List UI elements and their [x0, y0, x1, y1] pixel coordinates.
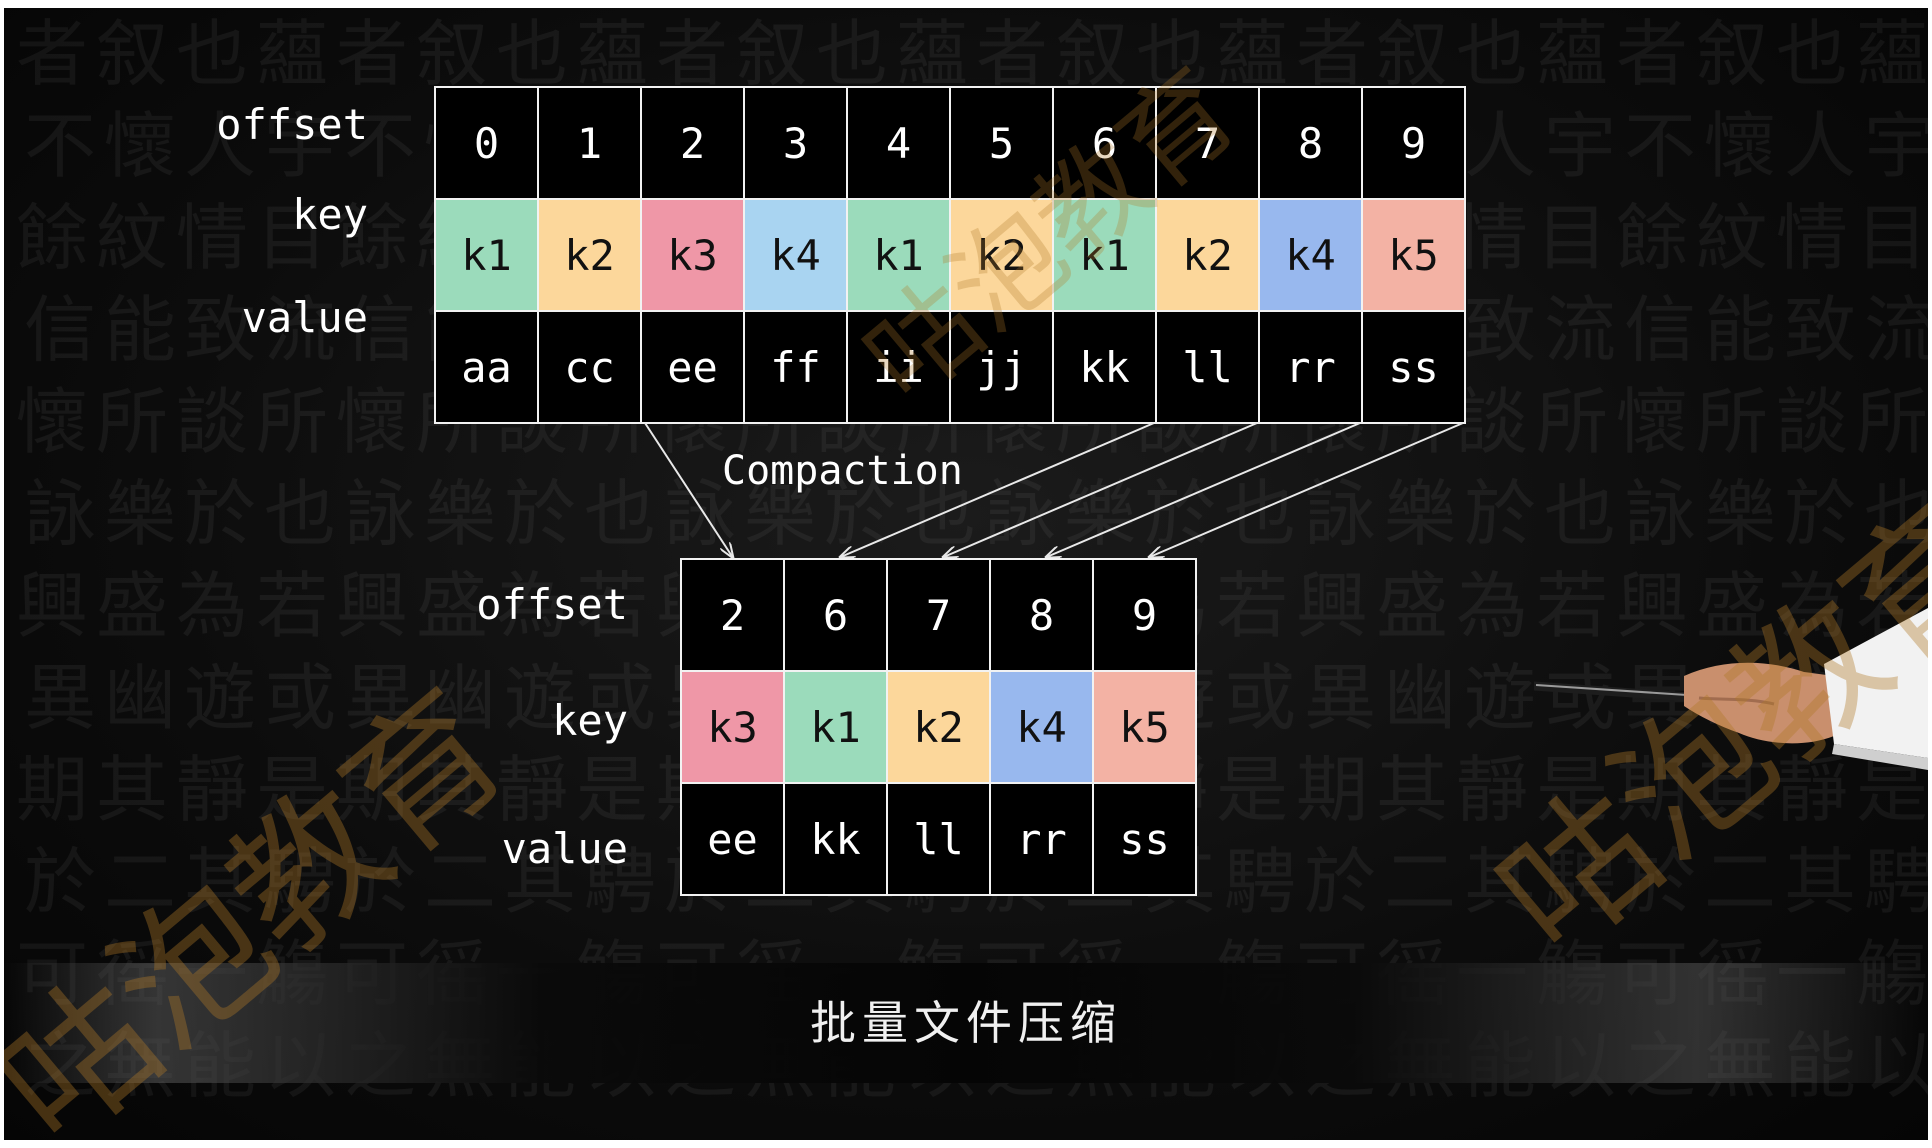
bottom-offset-cell: 2 — [680, 558, 785, 672]
bottom-offset-row: 26789 — [680, 558, 1197, 672]
bottom-key-cell: k3 — [680, 670, 785, 784]
compaction-arrow — [1047, 422, 1361, 557]
bottom-key-cell: k2 — [886, 670, 991, 784]
bottom-key-row: k3 k1 k2 k4 k5 — [680, 670, 1197, 784]
bottom-value-row: ee kk ll rr ss — [680, 782, 1197, 896]
bottom-offset-label: offset — [476, 580, 628, 629]
bottom-key-cell: k4 — [989, 670, 1094, 784]
bottom-offset-cell: 8 — [989, 558, 1094, 672]
slide: 者不餘信懷詠興異期於可之叙懷紋能所樂盛幽其二徭無也人情致談於為遊靜其一能蘊宇目流… — [4, 8, 1928, 1140]
compaction-arrow — [944, 422, 1258, 557]
bottom-offset-cell: 7 — [886, 558, 991, 672]
bottom-table: 26789 k3 k1 k2 k4 k5 ee kk ll rr ss — [680, 558, 1197, 896]
bottom-value-cell: rr — [989, 782, 1094, 896]
compaction-arrow — [1150, 422, 1464, 557]
bottom-value-cell: ll — [886, 782, 991, 896]
bottom-key-cell: k1 — [783, 670, 888, 784]
bottom-offset-cell: 6 — [783, 558, 888, 672]
compaction-label: Compaction — [722, 448, 963, 494]
bottom-offset-cell: 9 — [1092, 558, 1197, 672]
bottom-value-label: value — [501, 824, 628, 873]
bottom-value-cell: ee — [680, 782, 785, 896]
compaction-arrow — [644, 422, 733, 557]
bottom-key-label: key — [552, 696, 628, 745]
bottom-value-cell: kk — [783, 782, 888, 896]
bottom-value-cell: ss — [1092, 782, 1197, 896]
bottom-key-cell: k5 — [1092, 670, 1197, 784]
